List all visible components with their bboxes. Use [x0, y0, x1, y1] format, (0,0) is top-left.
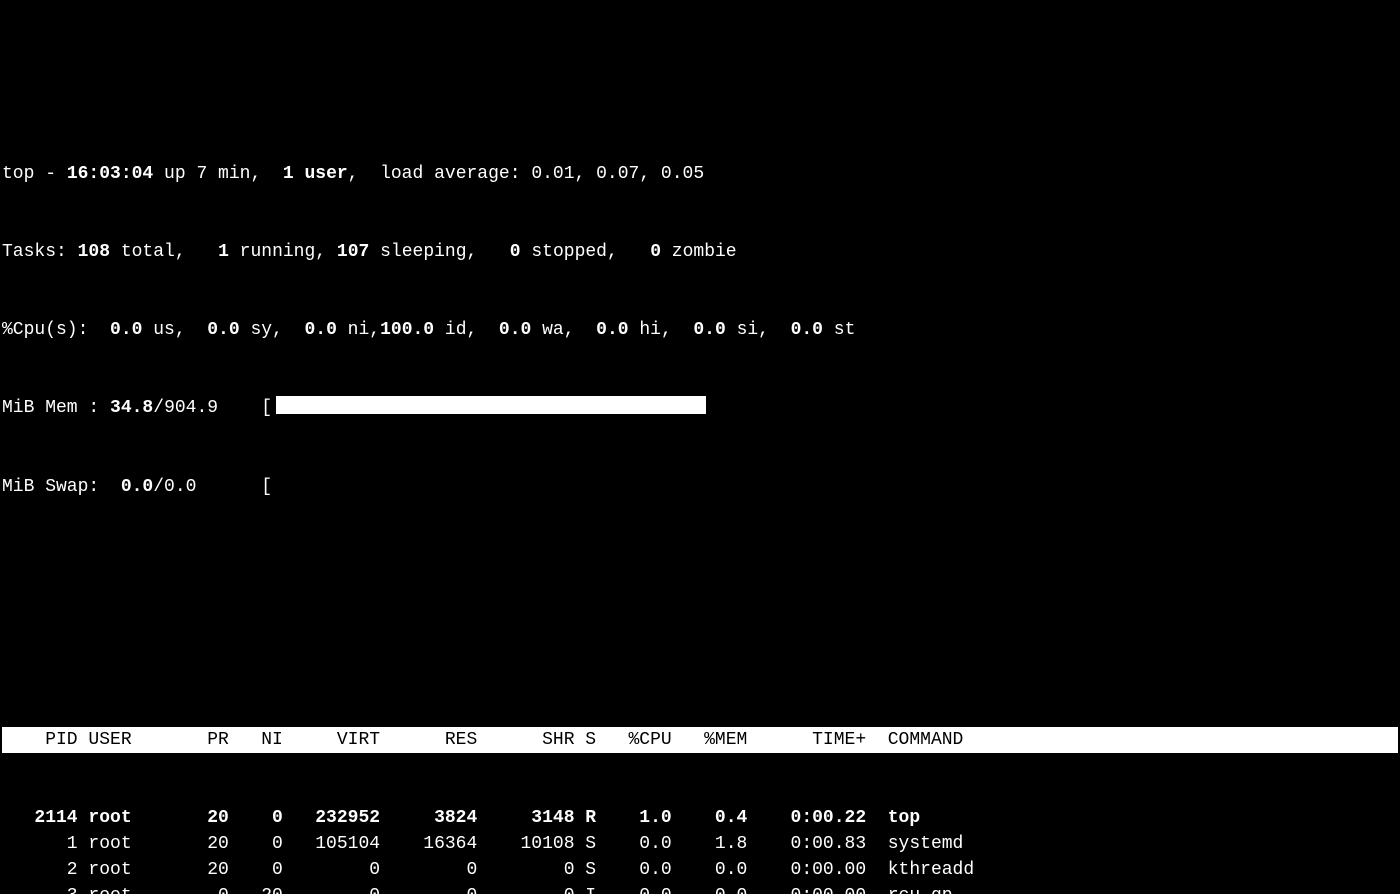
summary-line-cpu: %Cpu(s): 0.0 us, 0.0 sy, 0.0 ni,100.0 id… — [2, 317, 1398, 343]
summary-line-tasks: Tasks: 108 total, 1 running, 107 sleepin… — [2, 239, 1398, 265]
process-table: PID USER PR NI VIRT RES SHR S %CPU %MEM … — [2, 674, 1398, 894]
process-row[interactable]: 3 root 0 -20 0 0 0 I 0.0 0.0 0:00.00 rcu… — [2, 883, 1398, 894]
summary-line-swap: MiB Swap: 0.0/0.0 [ — [2, 474, 1398, 500]
process-table-header: PID USER PR NI VIRT RES SHR S %CPU %MEM … — [2, 727, 1398, 753]
summary-line-mem: MiB Mem : 34.8/904.9 [ — [2, 395, 1398, 421]
summary-line-uptime: top - 16:03:04 up 7 min, 1 user, load av… — [2, 161, 1398, 187]
process-row[interactable]: 2114 root 20 0 232952 3824 3148 R 1.0 0.… — [2, 805, 1398, 831]
process-row[interactable]: 1 root 20 0 105104 16364 10108 S 0.0 1.8… — [2, 831, 1398, 857]
process-row[interactable]: 2 root 20 0 0 0 0 S 0.0 0.0 0:00.00 kthr… — [2, 857, 1398, 883]
top-summary: top - 16:03:04 up 7 min, 1 user, load av… — [2, 108, 1398, 552]
memory-bar-icon — [276, 396, 706, 414]
terminal-window[interactable]: top - 16:03:04 up 7 min, 1 user, load av… — [0, 0, 1400, 894]
